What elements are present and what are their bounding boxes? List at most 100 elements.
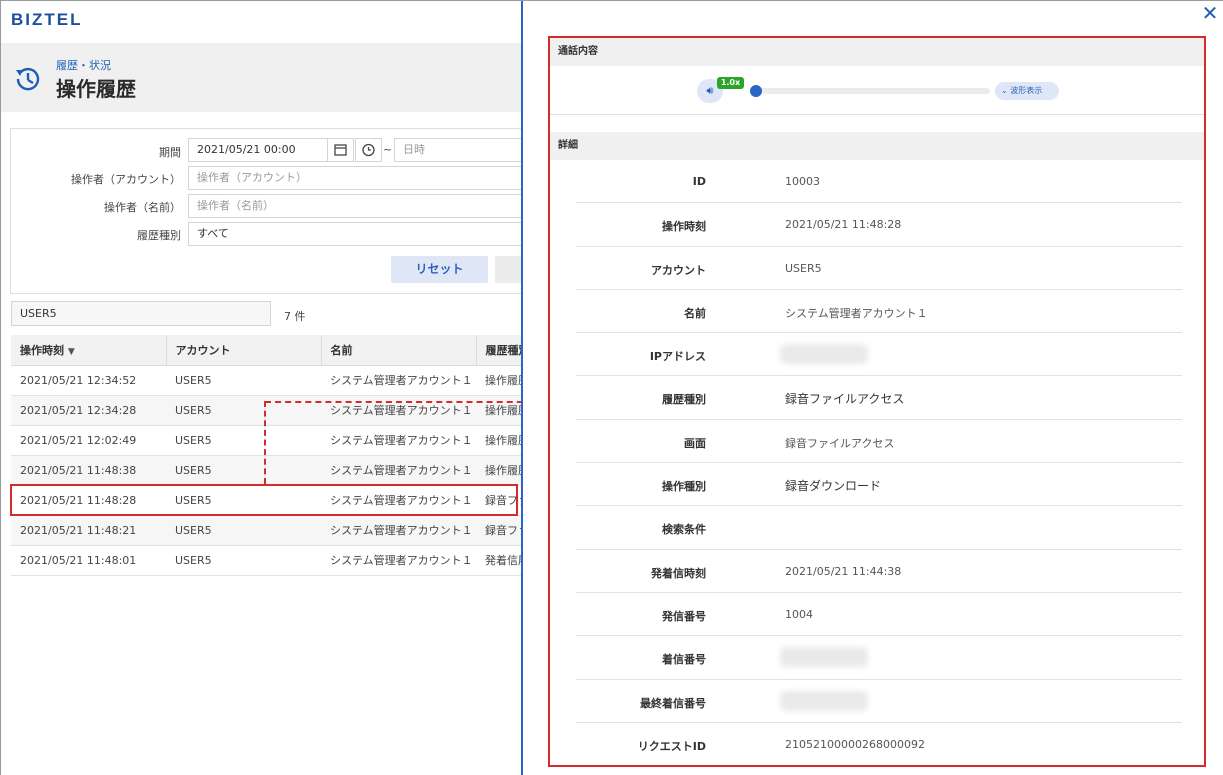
detail-frame: 通話内容 🔊︎ 1.0x ⌄ 波形表示 詳細 ID 10003 操作時刻 2021/0… <box>548 36 1206 767</box>
playback-speed-badge[interactable]: 1.0x <box>717 77 744 89</box>
result-count: 7 件 <box>284 310 306 323</box>
quick-filter-input[interactable]: USER5 <box>11 301 271 326</box>
detail-row: 発信番号 1004 <box>576 593 1182 637</box>
seek-track[interactable] <box>754 88 990 94</box>
detail-key: アカウント <box>651 263 706 277</box>
table-row[interactable]: 2021/05/21 12:34:52 USER5 システム管理者アカウント１ 操作履… <box>11 365 522 396</box>
detail-row: IPアドレス <box>576 333 1182 377</box>
column-header-time[interactable]: 操作時刻 ▼ <box>11 335 167 366</box>
history-type-label: 履歴種別 <box>137 229 181 242</box>
redacted-value <box>780 690 868 711</box>
detail-key: 操作時刻 <box>662 220 706 234</box>
detail-list: ID 10003 操作時刻 2021/05/21 11:48:28 アカウント USER5… <box>576 160 1182 766</box>
detail-key: 検索条件 <box>662 523 706 537</box>
table-row[interactable]: 2021/05/21 12:02:49 USER5 システム管理者アカウント１ 操作履… <box>11 425 522 456</box>
period-label: 期間 <box>159 146 181 159</box>
table-cell: システム管理者アカウント１ <box>321 455 476 486</box>
history-page: BIZTEL 履歴・状況 操作履歴 期間 2021/05/21 00:00 ~ … <box>1 1 522 775</box>
table-row[interactable]: 2021/05/21 11:48:21 USER5 システム管理者アカウント１ 録音フ… <box>11 515 522 546</box>
biztel-logo[interactable]: BIZTEL <box>11 10 83 30</box>
detail-value: 1004 <box>785 607 813 621</box>
table-cell: システム管理者アカウント１ <box>321 545 476 576</box>
page-header: 履歴・状況 操作履歴 <box>1 43 522 112</box>
table-cell: 録音ファイル <box>476 485 522 516</box>
detail-value: 録音ファイルアクセス <box>785 392 905 407</box>
table-cell: 2021/05/21 12:02:49 <box>11 425 166 456</box>
reset-button[interactable]: リセット <box>391 256 488 283</box>
detail-key: ID <box>692 175 706 188</box>
table-cell: 2021/05/21 11:48:01 <box>11 545 166 576</box>
period-separator: ~ <box>383 143 393 156</box>
table-row[interactable]: 2021/05/21 11:48:28 USER5 システム管理者アカウント１ 録音フ… <box>11 485 522 516</box>
period-start-input[interactable]: 2021/05/21 00:00 <box>188 138 328 162</box>
table-row[interactable]: 2021/05/21 11:48:38 USER5 システム管理者アカウント１ 操作履… <box>11 455 522 486</box>
detail-row: 操作時刻 2021/05/21 11:48:28 <box>576 203 1182 247</box>
table-cell: USER5 <box>166 485 321 516</box>
table-cell: 操作履歴 <box>476 365 522 396</box>
detail-key: 発着信時刻 <box>651 566 706 580</box>
period-end-input[interactable]: 日時 <box>394 138 522 162</box>
column-header-name[interactable]: 名前 <box>321 335 477 366</box>
table-cell: 録音ファイル <box>476 515 522 546</box>
detail-value: 10003 <box>785 175 820 188</box>
connector-dashed-line <box>265 401 522 403</box>
column-header-history-type[interactable]: 履歴種別 <box>476 335 522 366</box>
detail-value: 録音ダウンロード <box>785 479 882 494</box>
time-button[interactable] <box>355 138 382 162</box>
table-cell: USER5 <box>166 425 321 456</box>
calendar-icon <box>334 144 347 156</box>
breadcrumb[interactable]: 履歴・状況 <box>56 57 111 73</box>
close-button[interactable]: ✕ <box>1201 1 1219 25</box>
table-cell: 2021/05/21 11:48:21 <box>11 515 166 546</box>
speaker-icon: 🔊︎ <box>706 84 714 97</box>
redacted-value <box>780 647 868 668</box>
connector-dashed-line <box>264 401 266 484</box>
audio-player: 🔊︎ 1.0x ⌄ 波形表示 <box>550 67 1204 115</box>
seek-handle[interactable] <box>750 85 762 97</box>
operator-account-input[interactable]: 操作者（アカウント） <box>188 166 522 190</box>
detail-value: 録音ファイルアクセス <box>785 436 895 450</box>
table-cell: USER5 <box>166 365 321 396</box>
waveform-button-label: 波形表示 <box>1010 86 1043 95</box>
detail-key: 最終着信番号 <box>640 696 706 710</box>
search-button[interactable] <box>495 256 522 283</box>
detail-key: IPアドレス <box>649 350 706 364</box>
detail-row: 操作種別 録音ダウンロード <box>576 463 1182 507</box>
detail-value: 21052100000268000092 <box>785 737 925 751</box>
detail-row: リクエストID 21052100000268000092 <box>576 723 1182 766</box>
detail-value: 2021/05/21 11:44:38 <box>785 564 902 578</box>
detail-key: リクエストID <box>637 739 706 753</box>
table-row[interactable]: 2021/05/21 11:48:01 USER5 システム管理者アカウント１ 発着信… <box>11 545 522 576</box>
detail-key: 着信番号 <box>662 653 706 667</box>
detail-drawer: ✕ 通話内容 🔊︎ 1.0x ⌄ 波形表示 詳細 ID 10003 操作時刻 2021… <box>523 1 1223 775</box>
table-header-row: 操作時刻 ▼ アカウント 名前 履歴種別 <box>11 335 522 366</box>
table-cell: 操作履歴 <box>476 455 522 486</box>
operator-name-input[interactable]: 操作者（名前） <box>188 194 522 218</box>
table-cell: 発着信履歴 <box>476 545 522 576</box>
table-cell: USER5 <box>166 455 321 486</box>
detail-row: 履歴種別 録音ファイルアクセス <box>576 376 1182 420</box>
detail-key: 操作種別 <box>662 480 706 494</box>
history-type-select[interactable]: すべて <box>188 222 522 246</box>
table-cell: 2021/05/21 12:34:52 <box>11 365 166 396</box>
detail-value: システム管理者アカウント１ <box>785 306 928 320</box>
column-header-label: 操作時刻 <box>20 343 64 357</box>
waveform-button[interactable]: ⌄ 波形表示 <box>995 82 1059 100</box>
column-header-account[interactable]: アカウント <box>166 335 322 366</box>
detail-key: 履歴種別 <box>662 393 706 407</box>
detail-section-title: 詳細 <box>550 132 1204 160</box>
call-section-title: 通話内容 <box>550 38 1204 66</box>
calendar-button[interactable] <box>327 138 354 162</box>
operator-account-label: 操作者（アカウント） <box>71 173 181 186</box>
detail-row: 画面 録音ファイルアクセス <box>576 420 1182 464</box>
close-icon: ✕ <box>1201 1 1219 25</box>
table-cell: USER5 <box>166 545 321 576</box>
history-table: 操作時刻 ▼ アカウント 名前 履歴種別 2021/05/21 12:34:52… <box>11 335 522 576</box>
table-row[interactable]: 2021/05/21 12:34:28 USER5 システム管理者アカウント１ 操作履… <box>11 395 522 426</box>
detail-row: ID 10003 <box>576 160 1182 204</box>
detail-key: 名前 <box>684 306 706 320</box>
table-cell: USER5 <box>166 515 321 546</box>
operator-name-label: 操作者（名前） <box>104 201 181 214</box>
sort-desc-icon[interactable]: ▼ <box>68 347 75 357</box>
history-clock-icon <box>16 67 40 91</box>
